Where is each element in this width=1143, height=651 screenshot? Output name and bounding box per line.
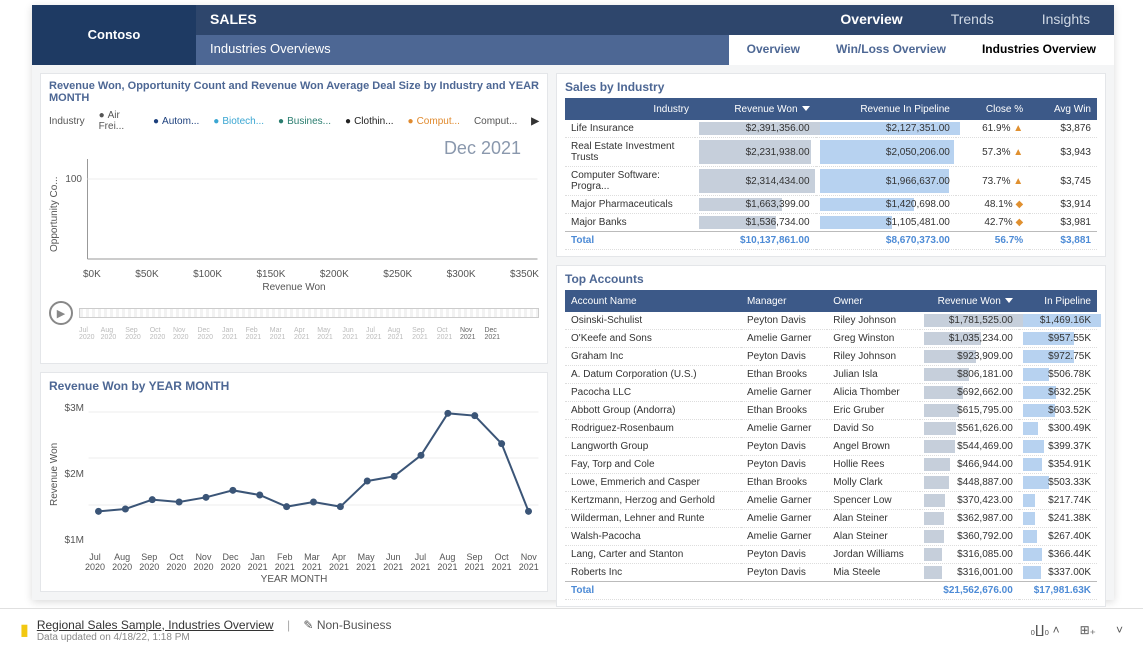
xtick: $0K bbox=[83, 269, 101, 280]
col-header[interactable]: Manager bbox=[741, 290, 827, 312]
scatter-ylabel: Opportunity Co... bbox=[49, 159, 60, 269]
scatter-card[interactable]: Revenue Won, Opportunity Count and Reven… bbox=[40, 73, 548, 364]
table-row[interactable]: Life Insurance$2,391,356.00$2,127,351.00… bbox=[565, 120, 1097, 138]
col-header[interactable]: Close % bbox=[956, 98, 1029, 120]
table-row[interactable]: Fay, Torp and ColePeyton DavisHollie Ree… bbox=[565, 456, 1097, 474]
subnav-overview[interactable]: Overview bbox=[729, 35, 818, 65]
scatter-title: Revenue Won, Opportunity Count and Reven… bbox=[49, 80, 539, 104]
add-tile-icon[interactable]: ⊞₊ bbox=[1080, 623, 1096, 637]
table-row[interactable]: Major Pharmaceuticals$1,663,399.00$1,420… bbox=[565, 196, 1097, 214]
subnav-industries[interactable]: Industries Overview bbox=[964, 35, 1114, 65]
legend-item[interactable]: Clothin... bbox=[345, 116, 394, 127]
sensitivity-icon: ✎ bbox=[303, 618, 313, 632]
table-row[interactable]: Graham IncPeyton DavisRiley Johnson$923,… bbox=[565, 348, 1097, 366]
total-row: Total$21,562,676.00$17,981.63K bbox=[565, 582, 1097, 600]
table-row[interactable]: Abbott Group (Andorra)Ethan BrooksEric G… bbox=[565, 402, 1097, 420]
header-subtitle: Industries Overviews bbox=[196, 35, 345, 65]
sensitivity-label: Non-Business bbox=[317, 618, 392, 632]
linechart-ylabel: Revenue Won bbox=[49, 397, 60, 552]
powerbi-icon: ▮ bbox=[20, 620, 29, 640]
chart-view-icon[interactable]: ₀∐₀ ˄ bbox=[1030, 623, 1059, 637]
nav-trends[interactable]: Trends bbox=[927, 5, 1018, 35]
industry-card[interactable]: Sales by Industry IndustryRevenue WonRev… bbox=[556, 73, 1106, 257]
legend-item[interactable]: Autom... bbox=[153, 116, 199, 127]
table-row[interactable]: Computer Software: Progra...$2,314,434.0… bbox=[565, 167, 1097, 196]
industry-title: Sales by Industry bbox=[565, 80, 1097, 94]
legend-label: Industry bbox=[49, 116, 85, 127]
table-row[interactable]: Lang, Carter and StantonPeyton DavisJord… bbox=[565, 546, 1097, 564]
table-row[interactable]: Roberts IncPeyton DavisMia Steele$316,00… bbox=[565, 564, 1097, 582]
linechart-card[interactable]: Revenue Won by YEAR MONTH Revenue Won $3… bbox=[40, 372, 548, 592]
table-row[interactable]: Osinski-SchulistPeyton DavisRiley Johnso… bbox=[565, 312, 1097, 330]
xtick: $150K bbox=[256, 269, 285, 280]
legend-arrow-right-icon[interactable]: ▶ bbox=[531, 116, 539, 127]
industry-table[interactable]: IndustryRevenue WonRevenue In PipelineCl… bbox=[565, 98, 1097, 250]
sub-nav: Overview Win/Loss Overview Industries Ov… bbox=[729, 35, 1114, 65]
subnav-winloss[interactable]: Win/Loss Overview bbox=[818, 35, 964, 65]
accounts-card[interactable]: Top Accounts Account NameManagerOwnerRev… bbox=[556, 265, 1106, 607]
time-slider[interactable] bbox=[79, 308, 539, 318]
legend-item[interactable]: Busines... bbox=[278, 116, 331, 127]
col-header[interactable]: Avg Win bbox=[1029, 98, 1097, 120]
legend-item[interactable]: Comput... bbox=[474, 116, 517, 127]
col-header[interactable]: Revenue Won bbox=[695, 98, 816, 120]
col-header[interactable]: Industry bbox=[565, 98, 695, 120]
main-nav: Overview Trends Insights bbox=[816, 5, 1114, 35]
xtick: $300K bbox=[447, 269, 476, 280]
table-row[interactable]: Wilderman, Lehner and RunteAmelie Garner… bbox=[565, 510, 1097, 528]
nav-insights[interactable]: Insights bbox=[1018, 5, 1114, 35]
col-header[interactable]: In Pipeline bbox=[1019, 290, 1097, 312]
xtick: $100K bbox=[193, 269, 222, 280]
xtick: $350K bbox=[510, 269, 539, 280]
linechart-xlabel: YEAR MONTH bbox=[49, 574, 539, 585]
scatter-xlabel: Revenue Won bbox=[49, 282, 539, 293]
table-row[interactable]: Kertzmann, Herzog and GerholdAmelie Garn… bbox=[565, 492, 1097, 510]
accounts-table[interactable]: Account NameManagerOwnerRevenue WonIn Pi… bbox=[565, 290, 1097, 600]
brand-logo: Contoso bbox=[32, 5, 196, 65]
table-row[interactable]: O'Keefe and SonsAmelie GarnerGreg Winsto… bbox=[565, 330, 1097, 348]
scatter-ytick: 100 bbox=[65, 174, 82, 185]
accounts-title: Top Accounts bbox=[565, 272, 1097, 286]
play-button[interactable]: ▶ bbox=[49, 301, 73, 325]
legend-item[interactable]: Biotech... bbox=[213, 116, 264, 127]
col-header[interactable]: Account Name bbox=[565, 290, 741, 312]
chevron-down-icon[interactable]: ˅ bbox=[1116, 623, 1123, 637]
legend-item[interactable]: Air Frei... bbox=[99, 110, 139, 132]
footer-bar: ▮ Regional Sales Sample, Industries Over… bbox=[0, 608, 1143, 651]
col-header[interactable]: Owner bbox=[827, 290, 920, 312]
table-row[interactable]: Major Banks$1,536,734.00$1,105,481.0042.… bbox=[565, 214, 1097, 232]
table-row[interactable]: Rodriguez-RosenbaumAmelie GarnerDavid So… bbox=[565, 420, 1097, 438]
total-row: Total$10,137,861.00$8,670,373.0056.7%$3,… bbox=[565, 232, 1097, 250]
table-row[interactable]: Langworth GroupPeyton DavisAngel Brown$5… bbox=[565, 438, 1097, 456]
xtick: $200K bbox=[320, 269, 349, 280]
col-header[interactable]: Revenue Won bbox=[920, 290, 1018, 312]
linechart-title: Revenue Won by YEAR MONTH bbox=[49, 379, 539, 393]
table-row[interactable]: Real Estate Investment Trusts$2,231,938.… bbox=[565, 138, 1097, 167]
legend-item[interactable]: Comput... bbox=[408, 116, 460, 127]
table-row[interactable]: Lowe, Emmerich and CasperEthan BrooksMol… bbox=[565, 474, 1097, 492]
scatter-date-hint: Dec 2021 bbox=[49, 132, 539, 159]
footer-report-link[interactable]: Regional Sales Sample, Industries Overvi… bbox=[37, 618, 274, 632]
footer-updated: Data updated on 4/18/22, 1:18 PM bbox=[37, 632, 392, 643]
col-header[interactable]: Revenue In Pipeline bbox=[816, 98, 956, 120]
scatter-legend[interactable]: Industry Air Frei... Autom... Biotech...… bbox=[49, 110, 539, 132]
xtick: $250K bbox=[383, 269, 412, 280]
table-row[interactable]: Walsh-PacochaAmelie GarnerAlan Steiner$3… bbox=[565, 528, 1097, 546]
table-row[interactable]: A. Datum Corporation (U.S.)Ethan BrooksJ… bbox=[565, 366, 1097, 384]
xtick: $50K bbox=[135, 269, 158, 280]
nav-overview[interactable]: Overview bbox=[816, 5, 926, 35]
table-row[interactable]: Pacocha LLCAmelie GarnerAlicia Thomber$6… bbox=[565, 384, 1097, 402]
header-title: SALES bbox=[196, 5, 271, 35]
